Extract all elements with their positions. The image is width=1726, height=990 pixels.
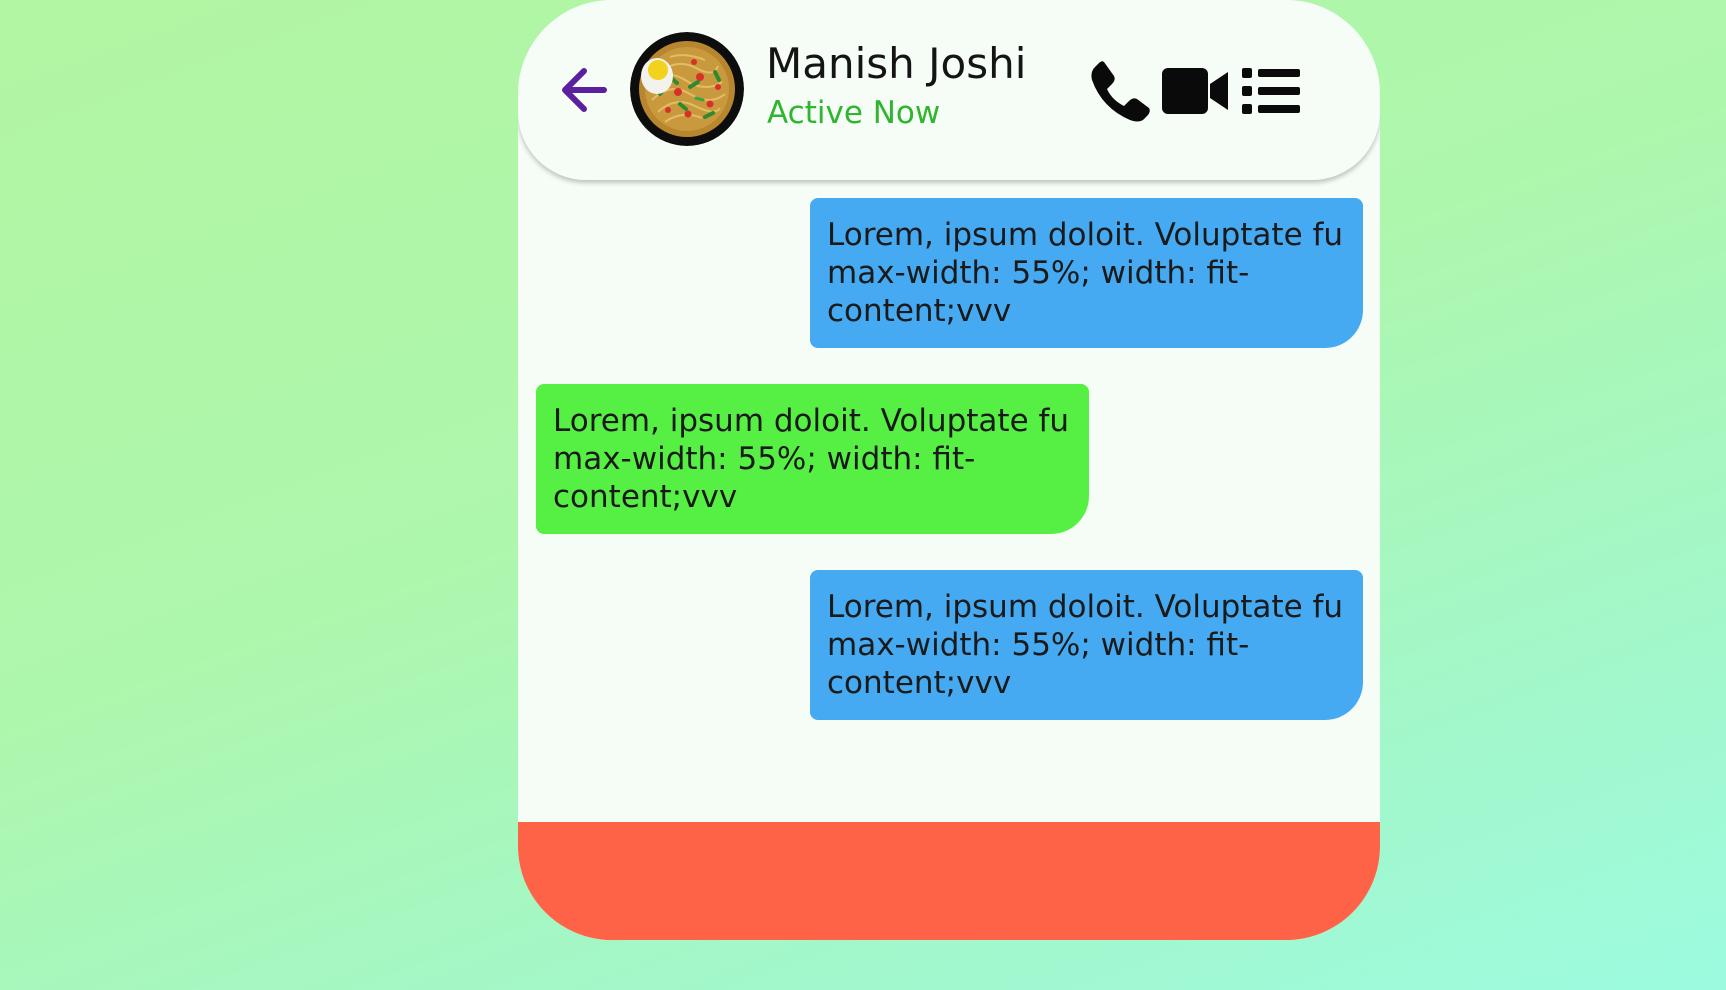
chat-header: Manish Joshi Active Now [518, 0, 1380, 180]
arrow-left-icon[interactable] [554, 60, 614, 120]
message-bubble-sent: Lorem, ipsum doloit. Voluptate fu max-wi… [810, 570, 1363, 720]
status-text: Active Now [767, 95, 941, 131]
list-icon[interactable] [1240, 58, 1302, 124]
avatar[interactable] [630, 32, 744, 146]
message-input[interactable] [518, 822, 1380, 940]
message-bubble-sent: Lorem, ipsum doloit. Voluptate fu max-wi… [810, 198, 1363, 348]
chat-window: Manish Joshi Active Now Lorem, ipsum dol… [518, 0, 1380, 940]
video-camera-icon[interactable] [1160, 58, 1230, 124]
message-bubble-received: Lorem, ipsum doloit. Voluptate fu max-wi… [536, 384, 1089, 534]
phone-icon[interactable] [1088, 58, 1152, 124]
food-bowl-avatar [630, 32, 744, 146]
message-list[interactable]: Lorem, ipsum doloit. Voluptate fu max-wi… [518, 180, 1380, 820]
contact-name: Manish Joshi [766, 39, 1027, 88]
